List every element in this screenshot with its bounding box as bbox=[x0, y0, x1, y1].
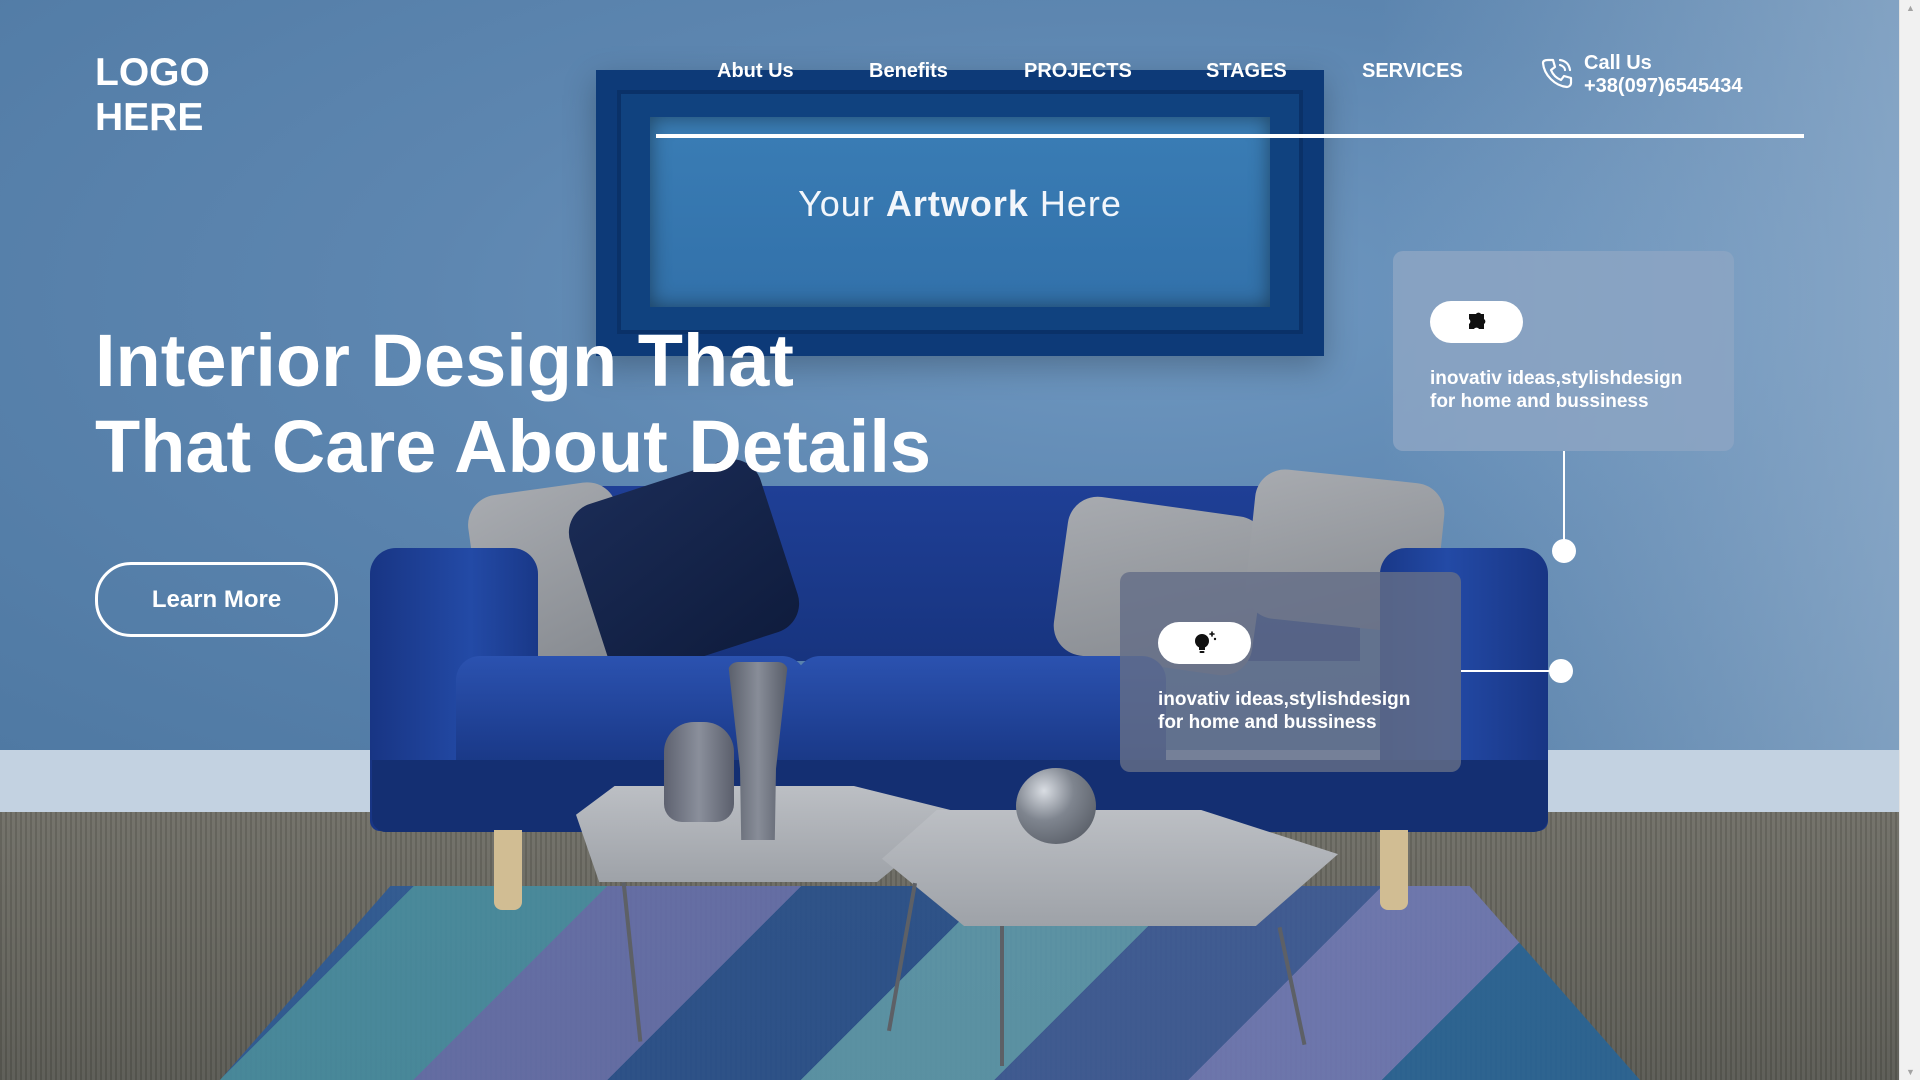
scroll-up-arrow-icon[interactable]: ▲ bbox=[1900, 0, 1920, 16]
hero-title-line-2: That Care About Details bbox=[95, 405, 932, 488]
phone-icon bbox=[1541, 58, 1573, 89]
logo[interactable]: LOGO HERE bbox=[95, 50, 210, 140]
feature-card-text: inovativ ideas,stylishdesign for home an… bbox=[1158, 688, 1448, 734]
puzzle-icon bbox=[1468, 312, 1485, 329]
sofa-leg bbox=[1380, 830, 1408, 910]
artwork-placeholder-text: Your Artwork Here bbox=[650, 183, 1270, 225]
nav-item-projects[interactable]: PROJECTS bbox=[1024, 60, 1132, 83]
hero-background-image: Your Artwork Here bbox=[0, 0, 1899, 1080]
connector-line bbox=[1563, 451, 1565, 551]
lightbulb-icon bbox=[1194, 631, 1216, 653]
call-us-label: Call Us bbox=[1584, 52, 1652, 74]
rug bbox=[220, 886, 1640, 1080]
decor-sphere bbox=[1016, 768, 1096, 844]
nav-item-stages[interactable]: STAGES bbox=[1206, 60, 1287, 83]
nav-item-about-us[interactable]: Abut Us bbox=[717, 60, 794, 83]
learn-more-button[interactable]: Learn More bbox=[95, 562, 338, 637]
feature-icon-badge bbox=[1430, 301, 1523, 343]
feature-card-line-2: for home and bussiness bbox=[1158, 712, 1377, 733]
nav-item-services[interactable]: SERVICES bbox=[1362, 60, 1463, 83]
artwork-suffix: Here bbox=[1039, 183, 1122, 224]
table-leg bbox=[1000, 926, 1004, 1066]
connector-dot bbox=[1552, 539, 1576, 563]
feature-card-line-2: for home and bussiness bbox=[1430, 391, 1649, 412]
feature-card: inovativ ideas,stylishdesign for home an… bbox=[1120, 572, 1461, 772]
vertical-scrollbar[interactable]: ▲ ▼ bbox=[1899, 0, 1920, 1080]
call-us-text: Call Us +38(097)6545434 bbox=[1584, 52, 1742, 98]
call-us-phone: +38(097)6545434 bbox=[1584, 75, 1743, 97]
nav-item-benefits[interactable]: Benefits bbox=[869, 60, 948, 83]
feature-card-line-1: inovativ ideas,stylishdesign bbox=[1158, 689, 1411, 710]
connector-line bbox=[1461, 670, 1561, 672]
logo-line-1: LOGO bbox=[95, 51, 210, 94]
feature-icon-badge bbox=[1158, 622, 1251, 664]
artwork-bold: Artwork bbox=[885, 183, 1029, 224]
feature-card-text: inovativ ideas,stylishdesign for home an… bbox=[1430, 367, 1720, 413]
header-divider bbox=[656, 134, 1804, 138]
hero-title-line-1: Interior Design That bbox=[95, 319, 794, 402]
artwork-prefix: Your bbox=[798, 183, 875, 224]
feature-card: inovativ ideas,stylishdesign for home an… bbox=[1393, 251, 1734, 451]
vase bbox=[664, 722, 734, 822]
logo-line-2: HERE bbox=[95, 96, 204, 139]
hero-title: Interior Design That That Care About Det… bbox=[95, 318, 931, 490]
call-us-link[interactable]: Call Us +38(097)6545434 bbox=[1540, 52, 1742, 98]
connector-dot bbox=[1549, 659, 1573, 683]
feature-card-line-1: inovativ ideas,stylishdesign bbox=[1430, 368, 1683, 389]
sofa-leg bbox=[494, 830, 522, 910]
scroll-down-arrow-icon[interactable]: ▼ bbox=[1900, 1064, 1920, 1080]
